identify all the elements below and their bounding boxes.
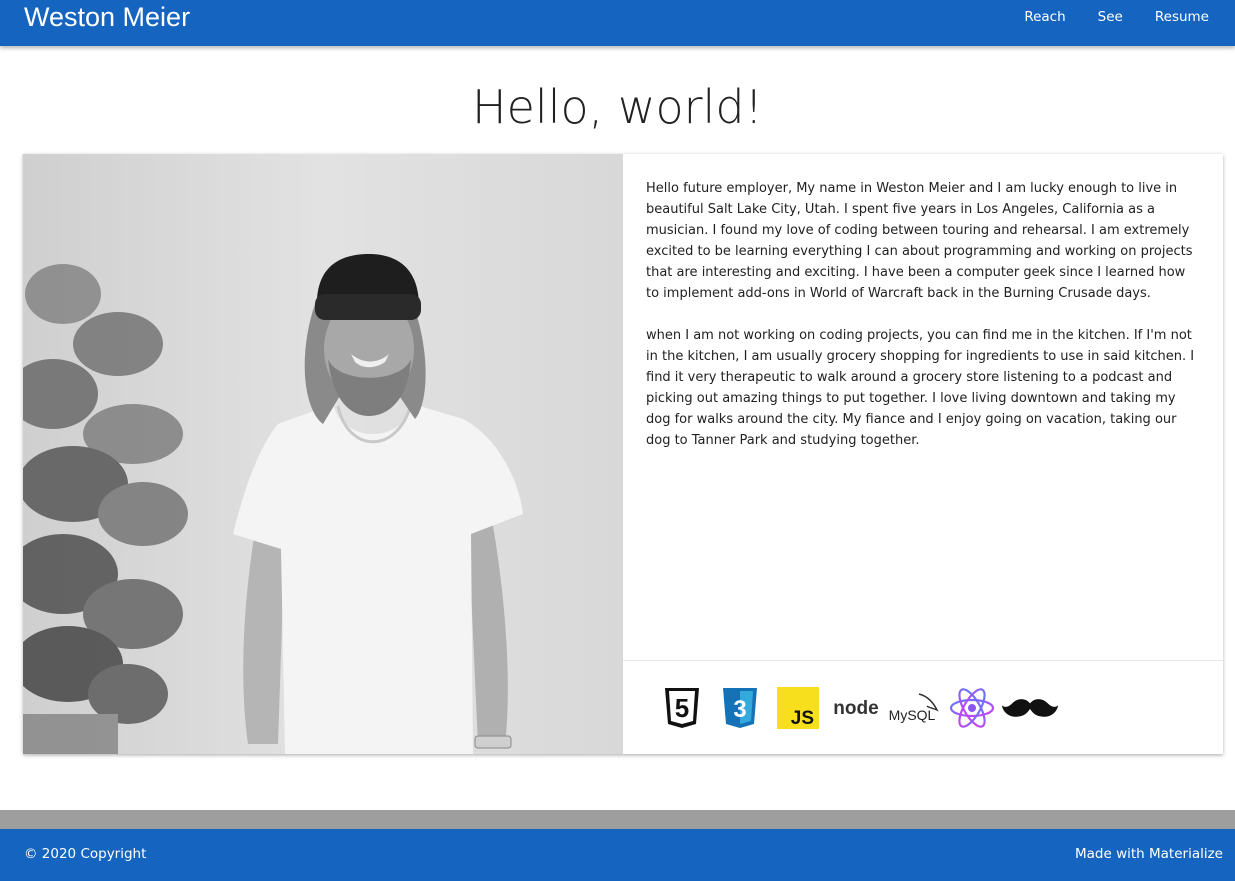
nodejs-icon: node xyxy=(827,685,885,731)
brand-logo[interactable]: Weston Meier xyxy=(24,2,190,33)
mustache-icon xyxy=(1001,685,1059,731)
copyright-text: © 2020 Copyright xyxy=(24,846,147,862)
mysql-icon: MySQL xyxy=(885,685,943,731)
tech-stack: 5 3 JS node MySQL xyxy=(623,660,1223,754)
javascript-icon: JS xyxy=(769,685,827,731)
nav-links: Reach See Resume xyxy=(992,9,1209,25)
page-title: Hello, world! xyxy=(472,80,763,134)
navbar: Weston Meier Reach See Resume xyxy=(0,0,1235,46)
profile-photo xyxy=(23,154,623,754)
html5-icon: 5 xyxy=(653,685,711,731)
about-paragraph: Hello future employer, My name in Weston… xyxy=(646,181,1193,301)
nodejs-icon-label: node xyxy=(833,698,878,719)
about-paragraph: when I am not working on coding projects… xyxy=(646,328,1195,448)
nav-link-reach[interactable]: Reach xyxy=(992,9,1065,25)
about-text: Hello future employer, My name in Weston… xyxy=(623,154,1223,660)
mysql-icon-label: MySQL xyxy=(889,707,936,723)
css3-icon-label: 3 xyxy=(733,696,746,723)
footer-divider-band xyxy=(0,810,1235,829)
about-card: Hello future employer, My name in Weston… xyxy=(23,154,1223,754)
javascript-icon-label: JS xyxy=(791,708,814,729)
react-icon xyxy=(943,685,1001,731)
html5-icon-label: 5 xyxy=(675,693,689,723)
made-with-link[interactable]: Made with Materialize xyxy=(1075,846,1223,862)
footer: © 2020 Copyright Made with Materialize xyxy=(0,829,1235,881)
css3-icon: 3 xyxy=(711,685,769,731)
nav-link-see[interactable]: See xyxy=(1066,9,1123,25)
nav-link-resume[interactable]: Resume xyxy=(1123,9,1209,25)
